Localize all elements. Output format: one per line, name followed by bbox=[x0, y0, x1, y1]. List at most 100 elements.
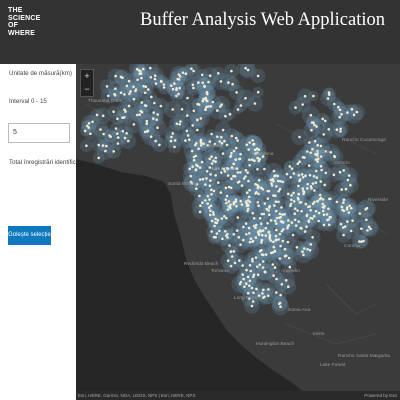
point-marker[interactable] bbox=[171, 132, 175, 135]
point-marker[interactable] bbox=[269, 178, 273, 182]
point-marker[interactable] bbox=[278, 257, 282, 260]
point-marker[interactable] bbox=[180, 108, 184, 111]
point-marker[interactable] bbox=[272, 245, 276, 249]
point-marker[interactable] bbox=[333, 102, 336, 106]
point-marker[interactable] bbox=[276, 174, 279, 178]
point-marker[interactable] bbox=[123, 93, 126, 96]
point-marker[interactable] bbox=[208, 213, 212, 217]
point-marker[interactable] bbox=[257, 192, 260, 196]
point-marker[interactable] bbox=[248, 141, 251, 144]
point-marker[interactable] bbox=[294, 106, 297, 109]
powered-by-link[interactable]: Powered by Esri bbox=[364, 391, 397, 400]
point-marker[interactable] bbox=[261, 229, 265, 232]
point-marker[interactable] bbox=[252, 217, 256, 220]
point-marker[interactable] bbox=[224, 114, 227, 118]
point-marker[interactable] bbox=[239, 104, 243, 107]
point-marker[interactable] bbox=[293, 207, 297, 210]
point-marker[interactable] bbox=[340, 113, 343, 116]
point-marker[interactable] bbox=[197, 103, 201, 106]
point-marker[interactable] bbox=[274, 234, 278, 238]
point-marker[interactable] bbox=[321, 209, 325, 213]
point-marker[interactable] bbox=[324, 171, 328, 175]
point-marker[interactable] bbox=[242, 238, 245, 242]
point-marker[interactable] bbox=[192, 158, 196, 162]
point-marker[interactable] bbox=[226, 174, 230, 177]
point-marker[interactable] bbox=[198, 194, 201, 198]
point-marker[interactable] bbox=[275, 222, 278, 225]
point-marker[interactable] bbox=[127, 104, 131, 108]
point-marker[interactable] bbox=[261, 188, 265, 191]
point-marker[interactable] bbox=[248, 164, 251, 167]
point-marker[interactable] bbox=[225, 194, 229, 198]
point-marker[interactable] bbox=[235, 204, 238, 208]
point-marker[interactable] bbox=[214, 221, 217, 224]
point-marker[interactable] bbox=[255, 223, 258, 227]
point-marker[interactable] bbox=[297, 220, 300, 223]
point-marker[interactable] bbox=[184, 72, 188, 75]
point-marker[interactable] bbox=[360, 227, 363, 230]
point-marker[interactable] bbox=[292, 191, 295, 195]
point-marker[interactable] bbox=[207, 105, 210, 108]
point-marker[interactable] bbox=[290, 194, 293, 197]
point-marker[interactable] bbox=[306, 182, 309, 186]
point-marker[interactable] bbox=[254, 182, 257, 186]
point-marker[interactable] bbox=[260, 253, 264, 256]
point-marker[interactable] bbox=[218, 140, 221, 143]
distance-input[interactable]: 5 bbox=[8, 123, 70, 143]
point-marker[interactable] bbox=[325, 213, 329, 216]
point-marker[interactable] bbox=[322, 213, 326, 216]
point-marker[interactable] bbox=[263, 295, 266, 299]
point-marker[interactable] bbox=[229, 203, 232, 206]
point-marker[interactable] bbox=[126, 139, 130, 143]
point-marker[interactable] bbox=[209, 209, 212, 212]
point-marker[interactable] bbox=[209, 173, 212, 176]
point-marker[interactable] bbox=[192, 69, 195, 73]
point-marker[interactable] bbox=[261, 260, 265, 263]
point-marker[interactable] bbox=[232, 174, 235, 178]
point-marker[interactable] bbox=[219, 105, 222, 108]
point-marker[interactable] bbox=[290, 198, 293, 202]
point-marker[interactable] bbox=[263, 167, 266, 171]
point-marker[interactable] bbox=[232, 149, 236, 153]
point-marker[interactable] bbox=[149, 66, 152, 70]
map-view[interactable]: + − Thousand Oaks Los Angeles Santa Moni… bbox=[76, 64, 400, 400]
point-marker[interactable] bbox=[191, 165, 194, 168]
point-marker[interactable] bbox=[203, 84, 206, 88]
point-marker[interactable] bbox=[173, 82, 176, 85]
point-marker[interactable] bbox=[286, 240, 290, 244]
point-marker[interactable] bbox=[264, 253, 268, 256]
point-marker[interactable] bbox=[116, 117, 119, 121]
point-marker[interactable] bbox=[171, 87, 175, 91]
point-marker[interactable] bbox=[247, 179, 250, 183]
point-marker[interactable] bbox=[339, 222, 343, 226]
point-marker[interactable] bbox=[197, 147, 200, 151]
point-marker[interactable] bbox=[204, 108, 207, 111]
point-marker[interactable] bbox=[302, 253, 305, 257]
point-marker[interactable] bbox=[186, 96, 189, 100]
point-marker[interactable] bbox=[246, 68, 250, 72]
point-marker[interactable] bbox=[300, 209, 303, 213]
point-marker[interactable] bbox=[349, 183, 352, 187]
point-marker[interactable] bbox=[101, 144, 105, 147]
point-marker[interactable] bbox=[197, 81, 200, 84]
point-marker[interactable] bbox=[260, 248, 263, 252]
point-marker[interactable] bbox=[121, 129, 125, 133]
point-marker[interactable] bbox=[154, 139, 157, 143]
point-marker[interactable] bbox=[287, 256, 291, 260]
point-marker[interactable] bbox=[245, 268, 248, 272]
point-marker[interactable] bbox=[298, 178, 302, 181]
point-marker[interactable] bbox=[116, 136, 120, 139]
point-marker[interactable] bbox=[303, 156, 306, 159]
point-marker[interactable] bbox=[199, 117, 203, 120]
point-marker[interactable] bbox=[269, 219, 273, 222]
point-marker[interactable] bbox=[364, 208, 368, 211]
point-marker[interactable] bbox=[199, 141, 203, 145]
point-marker[interactable] bbox=[104, 149, 107, 153]
point-marker[interactable] bbox=[327, 128, 331, 131]
point-marker[interactable] bbox=[95, 113, 99, 117]
point-marker[interactable] bbox=[323, 119, 327, 123]
point-marker[interactable] bbox=[214, 156, 218, 160]
point-marker[interactable] bbox=[216, 135, 219, 138]
point-marker[interactable] bbox=[257, 179, 261, 182]
point-marker[interactable] bbox=[283, 247, 287, 251]
